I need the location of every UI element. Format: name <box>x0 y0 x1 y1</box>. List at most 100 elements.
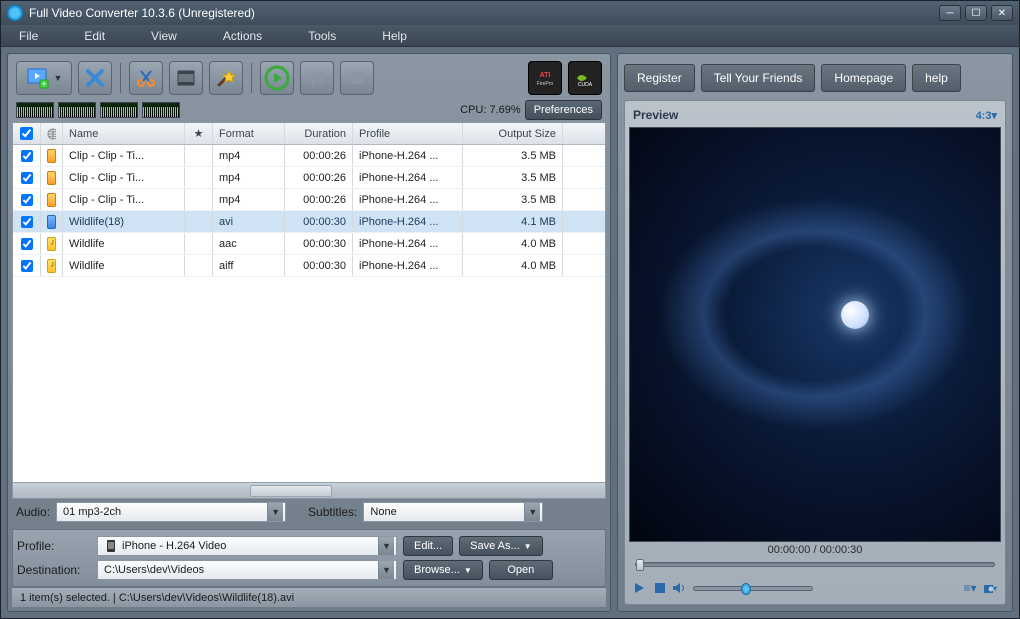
file-list: Name ★ Format Duration Profile Output Si… <box>12 122 606 499</box>
effects-button[interactable] <box>209 61 243 95</box>
menu-view[interactable]: View <box>143 27 185 45</box>
help-button[interactable]: help <box>912 64 961 92</box>
row-star <box>185 233 213 254</box>
row-name: Wildlife <box>63 233 185 254</box>
table-row[interactable]: Wildlife(18)avi00:00:30iPhone-H.264 ...4… <box>13 211 605 233</box>
stop-icon[interactable] <box>653 581 667 595</box>
row-star <box>185 189 213 210</box>
browse-button[interactable]: Browse... ▼ <box>403 560 483 580</box>
save-as-button[interactable]: Save As... ▼ <box>459 536 542 556</box>
file-type-icon <box>47 215 56 229</box>
preview-title: Preview <box>633 108 678 122</box>
menu-tools[interactable]: Tools <box>300 27 344 45</box>
seek-slider[interactable] <box>629 562 1001 576</box>
statusbar: 1 item(s) selected. | C:\Users\dev\Video… <box>12 587 606 607</box>
row-name: Wildlife <box>63 255 185 276</box>
table-row[interactable]: Clip - Clip - Ti... mp400:00:26iPhone-H.2… <box>13 167 605 189</box>
stop-button[interactable] <box>340 61 374 95</box>
volume-slider[interactable] <box>693 586 813 591</box>
row-format: mp4 <box>213 145 285 166</box>
play-icon[interactable] <box>633 581 647 595</box>
file-type-icon <box>47 171 56 185</box>
row-name: Clip - Clip - Ti... <box>63 189 185 210</box>
add-file-button[interactable]: + ▼ <box>16 61 72 95</box>
menu-actions[interactable]: Actions <box>215 27 270 45</box>
open-button[interactable]: Open <box>489 560 553 580</box>
table-row[interactable]: Wildlifeaiff00:00:30iPhone-H.264 ...4.0 … <box>13 255 605 277</box>
list-header: Name ★ Format Duration Profile Output Si… <box>13 123 605 145</box>
col-name[interactable]: Name <box>63 123 185 144</box>
col-duration[interactable]: Duration <box>285 123 353 144</box>
col-icon[interactable] <box>41 123 63 144</box>
row-format: aiff <box>213 255 285 276</box>
edit-video-button[interactable] <box>169 61 203 95</box>
destination-field[interactable]: C:\Users\dev\Videos▼ <box>97 560 397 580</box>
profile-select[interactable]: iPhone - H.264 Video▼ <box>97 536 397 556</box>
destination-value: C:\Users\dev\Videos <box>104 564 204 576</box>
file-type-icon <box>47 193 56 207</box>
tell-friends-button[interactable]: Tell Your Friends <box>701 64 816 92</box>
col-format[interactable]: Format <box>213 123 285 144</box>
row-format: mp4 <box>213 189 285 210</box>
waveform-2 <box>58 102 96 118</box>
close-button[interactable]: ✕ <box>991 5 1013 21</box>
clip-button[interactable] <box>129 61 163 95</box>
row-name: Clip - Clip - Ti... <box>63 145 185 166</box>
table-row[interactable]: Clip - Clip - Ti...mp400:00:26iPhone-H.2… <box>13 145 605 167</box>
row-checkbox[interactable] <box>21 238 33 250</box>
preferences-button[interactable]: Preferences <box>525 100 602 120</box>
row-profile: iPhone-H.264 ... <box>353 167 463 188</box>
maximize-button[interactable]: ☐ <box>965 5 987 21</box>
row-profile: iPhone-H.264 ... <box>353 211 463 232</box>
homepage-button[interactable]: Homepage <box>821 64 906 92</box>
waveform-row: CPU: 7.69% Preferences <box>12 98 606 122</box>
snapshot-icon[interactable]: ▾ <box>983 581 997 595</box>
cpu-label: CPU: 7.69% <box>460 104 521 116</box>
col-profile[interactable]: Profile <box>353 123 463 144</box>
table-row[interactable]: Wildlifeaac00:00:30iPhone-H.264 ...4.0 M… <box>13 233 605 255</box>
volume-icon[interactable] <box>673 581 687 595</box>
horizontal-scrollbar[interactable] <box>13 482 605 498</box>
preview-screen[interactable] <box>629 127 1001 542</box>
row-checkbox[interactable] <box>21 150 33 162</box>
preview-time: 00:00:00 / 00:00:30 <box>629 544 1001 562</box>
waveform-4 <box>142 102 180 118</box>
subtitles-select[interactable]: None▼ <box>363 502 543 522</box>
aspect-ratio-button[interactable]: 4:3▾ <box>976 109 997 122</box>
menu-edit[interactable]: Edit <box>76 27 113 45</box>
status-text: 1 item(s) selected. | C:\Users\dev\Video… <box>20 592 294 604</box>
row-star <box>185 255 213 276</box>
row-checkbox[interactable] <box>21 260 33 272</box>
col-output-size[interactable]: Output Size <box>463 123 563 144</box>
menu-help[interactable]: Help <box>374 27 415 45</box>
row-star <box>185 145 213 166</box>
minimize-button[interactable]: ─ <box>939 5 961 21</box>
remove-button[interactable] <box>78 61 112 95</box>
row-format: mp4 <box>213 167 285 188</box>
row-checkbox[interactable] <box>21 194 33 206</box>
file-type-icon <box>47 149 56 163</box>
audio-select[interactable]: 01 mp3-2ch▼ <box>56 502 286 522</box>
row-size: 4.1 MB <box>463 211 563 232</box>
row-profile: iPhone-H.264 ... <box>353 233 463 254</box>
row-profile: iPhone-H.264 ... <box>353 189 463 210</box>
menubar: File Edit View Actions Tools Help <box>1 25 1019 47</box>
audio-value: 01 mp3-2ch <box>63 506 121 518</box>
row-duration: 00:00:26 <box>285 167 353 188</box>
row-checkbox[interactable] <box>21 216 33 228</box>
check-all[interactable] <box>20 127 33 140</box>
row-size: 3.5 MB <box>463 167 563 188</box>
row-format: aac <box>213 233 285 254</box>
menu-file[interactable]: File <box>11 27 46 45</box>
row-star <box>185 167 213 188</box>
col-star[interactable]: ★ <box>185 123 213 144</box>
playlist-icon[interactable]: ≡▾ <box>963 581 977 595</box>
register-button[interactable]: Register <box>624 64 695 92</box>
edit-profile-button[interactable]: Edit... <box>403 536 453 556</box>
table-row[interactable]: Clip - Clip - Ti...mp400:00:26iPhone-H.2… <box>13 189 605 211</box>
pause-button[interactable] <box>300 61 334 95</box>
subtitles-value: None <box>370 506 396 518</box>
row-name: Clip - Clip - Ti... <box>63 167 185 188</box>
row-checkbox[interactable] <box>21 172 33 184</box>
convert-button[interactable] <box>260 61 294 95</box>
